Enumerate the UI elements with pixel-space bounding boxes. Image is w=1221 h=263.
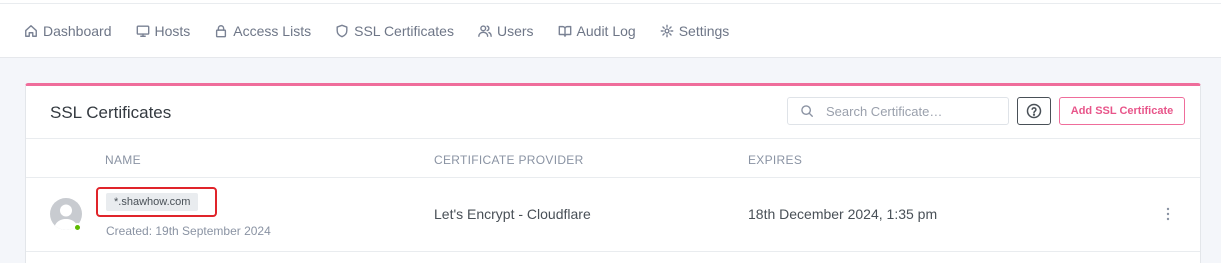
gear-icon bbox=[660, 24, 674, 37]
nav-item-label: Settings bbox=[678, 22, 730, 39]
add-ssl-certificate-button[interactable]: Add SSL Certificate bbox=[1059, 97, 1185, 125]
shield-icon bbox=[336, 24, 348, 37]
monitor-icon bbox=[136, 24, 149, 37]
nav-item-settings[interactable]: Settings bbox=[660, 4, 730, 58]
nav-item-access-lists[interactable]: Access Lists bbox=[214, 4, 311, 58]
column-header-provider[interactable]: CERTIFICATE PROVIDER bbox=[434, 153, 584, 167]
created-date: Created: 19th September 2024 bbox=[106, 224, 271, 238]
card-header: SSL Certificates Add SSL Certificate bbox=[26, 86, 1200, 139]
nav-item-ssl-certificates[interactable]: SSL Certificates bbox=[335, 4, 454, 58]
expiry-date: 18th December 2024, 1:35 pm bbox=[748, 206, 938, 222]
search-icon bbox=[801, 105, 813, 117]
certificate-provider: Let's Encrypt - Cloudflare bbox=[434, 206, 591, 222]
lock-icon bbox=[216, 24, 227, 37]
search-input[interactable] bbox=[826, 103, 996, 119]
book-icon bbox=[558, 25, 571, 37]
domain-name-tag[interactable]: *.shawhow.com bbox=[106, 193, 199, 211]
nav-item-label: Audit Log bbox=[576, 22, 636, 39]
nav-item-label: SSL Certificates bbox=[354, 22, 454, 39]
help-icon bbox=[1026, 103, 1042, 119]
home-icon bbox=[25, 24, 37, 37]
table-row: *.shawhow.com Created: 19th September 20… bbox=[26, 178, 1200, 252]
main-nav: Dashboard Hosts Access Lists SSL Certifi… bbox=[0, 4, 1221, 58]
search-box[interactable] bbox=[787, 97, 1009, 125]
ssl-certificates-card: SSL Certificates Add SSL Certificate NAM… bbox=[25, 83, 1201, 263]
nav-item-dashboard[interactable]: Dashboard bbox=[24, 4, 112, 58]
nav-item-users[interactable]: Users bbox=[478, 4, 534, 58]
nav-item-hosts[interactable]: Hosts bbox=[136, 4, 191, 58]
more-options-icon[interactable] bbox=[1162, 205, 1174, 223]
page-title: SSL Certificates bbox=[50, 103, 172, 122]
nav-item-label: Access Lists bbox=[233, 22, 312, 39]
column-header-expires[interactable]: EXPIRES bbox=[748, 153, 802, 167]
nav-item-label: Users bbox=[496, 22, 534, 39]
table-header: NAME CERTIFICATE PROVIDER EXPIRES bbox=[26, 139, 1200, 178]
status-indicator bbox=[73, 223, 82, 232]
help-button[interactable] bbox=[1017, 97, 1051, 125]
nav-item-label: Hosts bbox=[154, 22, 191, 39]
nav-item-audit-log[interactable]: Audit Log bbox=[558, 4, 636, 58]
column-header-name[interactable]: NAME bbox=[105, 153, 141, 167]
users-icon bbox=[478, 24, 492, 37]
nav-item-label: Dashboard bbox=[43, 22, 112, 39]
